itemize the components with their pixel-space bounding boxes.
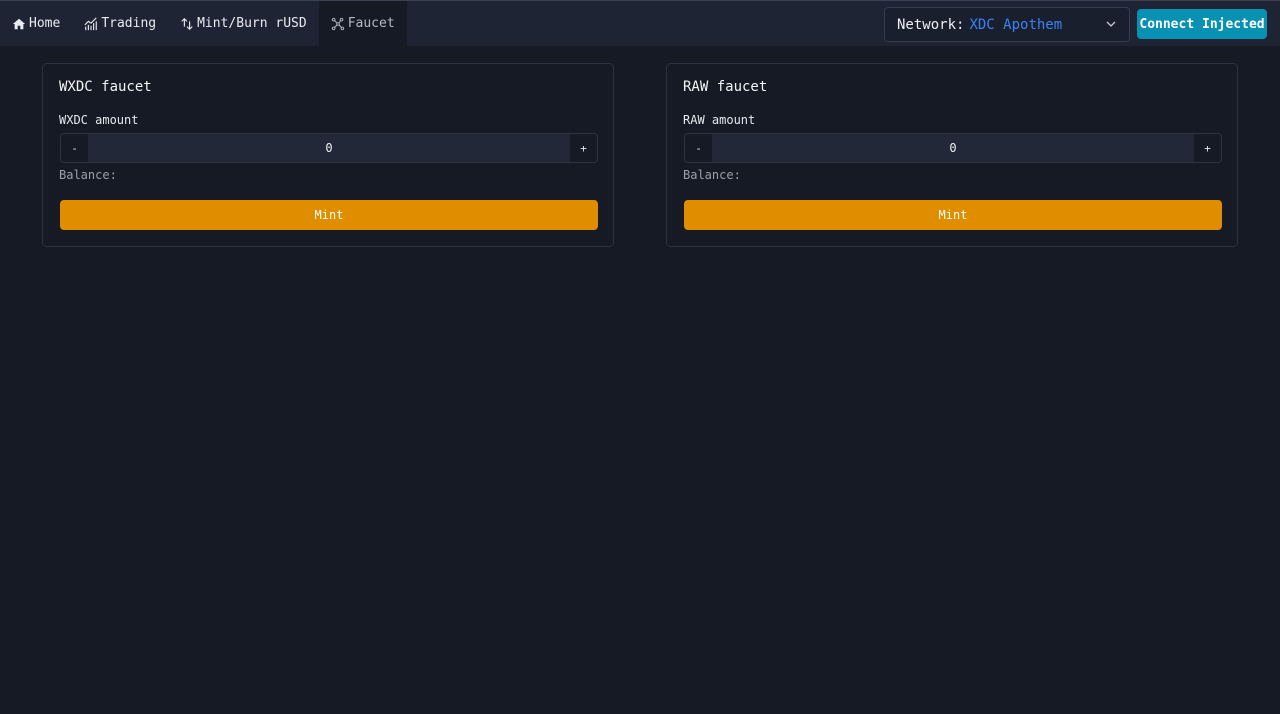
card-title: WXDC faucet: [59, 79, 152, 95]
increment-button[interactable]: +: [570, 134, 597, 162]
faucet-icon: [331, 17, 345, 31]
chevron-down-icon: [1105, 18, 1117, 30]
network-selector[interactable]: Network: XDC Apothem: [884, 7, 1130, 42]
raw-mint-button[interactable]: Mint: [684, 200, 1222, 230]
connect-injected-button[interactable]: Connect Injected: [1137, 9, 1267, 39]
balance-label: Balance:: [683, 168, 741, 182]
decrement-button[interactable]: -: [685, 134, 712, 162]
nav-item-faucet[interactable]: Faucet: [318, 1, 407, 46]
nav-item-label: Trading: [101, 16, 157, 31]
wxdc-amount-stepper: - +: [60, 133, 598, 163]
wxdc-amount-input[interactable]: [88, 134, 570, 162]
network-label: Network:: [897, 16, 965, 33]
chart-icon: [84, 16, 98, 31]
wxdc-faucet-card: WXDC faucet WXDC amount - + Balance: Min…: [42, 63, 614, 247]
raw-amount-stepper: - +: [684, 133, 1222, 163]
main-nav: Home Trading Mint/Burn rUSD Faucet: [0, 1, 407, 46]
raw-faucet-card: RAW faucet RAW amount - + Balance: Mint: [666, 63, 1238, 247]
card-title: RAW faucet: [683, 79, 768, 95]
network-value: XDC Apothem: [969, 16, 1063, 33]
increment-button[interactable]: +: [1194, 134, 1221, 162]
nav-item-label: Mint/Burn rUSD: [197, 16, 307, 31]
amount-label: WXDC amount: [59, 113, 139, 127]
raw-amount-input[interactable]: [712, 134, 1194, 162]
swap-arrows-icon: [180, 17, 194, 31]
nav-item-label: Home: [29, 16, 61, 31]
nav-item-label: Faucet: [347, 16, 395, 31]
decrement-button[interactable]: -: [61, 134, 88, 162]
amount-label: RAW amount: [683, 113, 756, 127]
nav-item-home[interactable]: Home: [0, 1, 72, 46]
nav-item-mint-burn[interactable]: Mint/Burn rUSD: [168, 1, 319, 46]
nav-item-trading[interactable]: Trading: [72, 1, 168, 46]
balance-label: Balance:: [59, 168, 117, 182]
wxdc-mint-button[interactable]: Mint: [60, 200, 598, 230]
top-navbar: Home Trading Mint/Burn rUSD Faucet Netwo…: [0, 0, 1280, 46]
home-icon: [12, 17, 26, 31]
